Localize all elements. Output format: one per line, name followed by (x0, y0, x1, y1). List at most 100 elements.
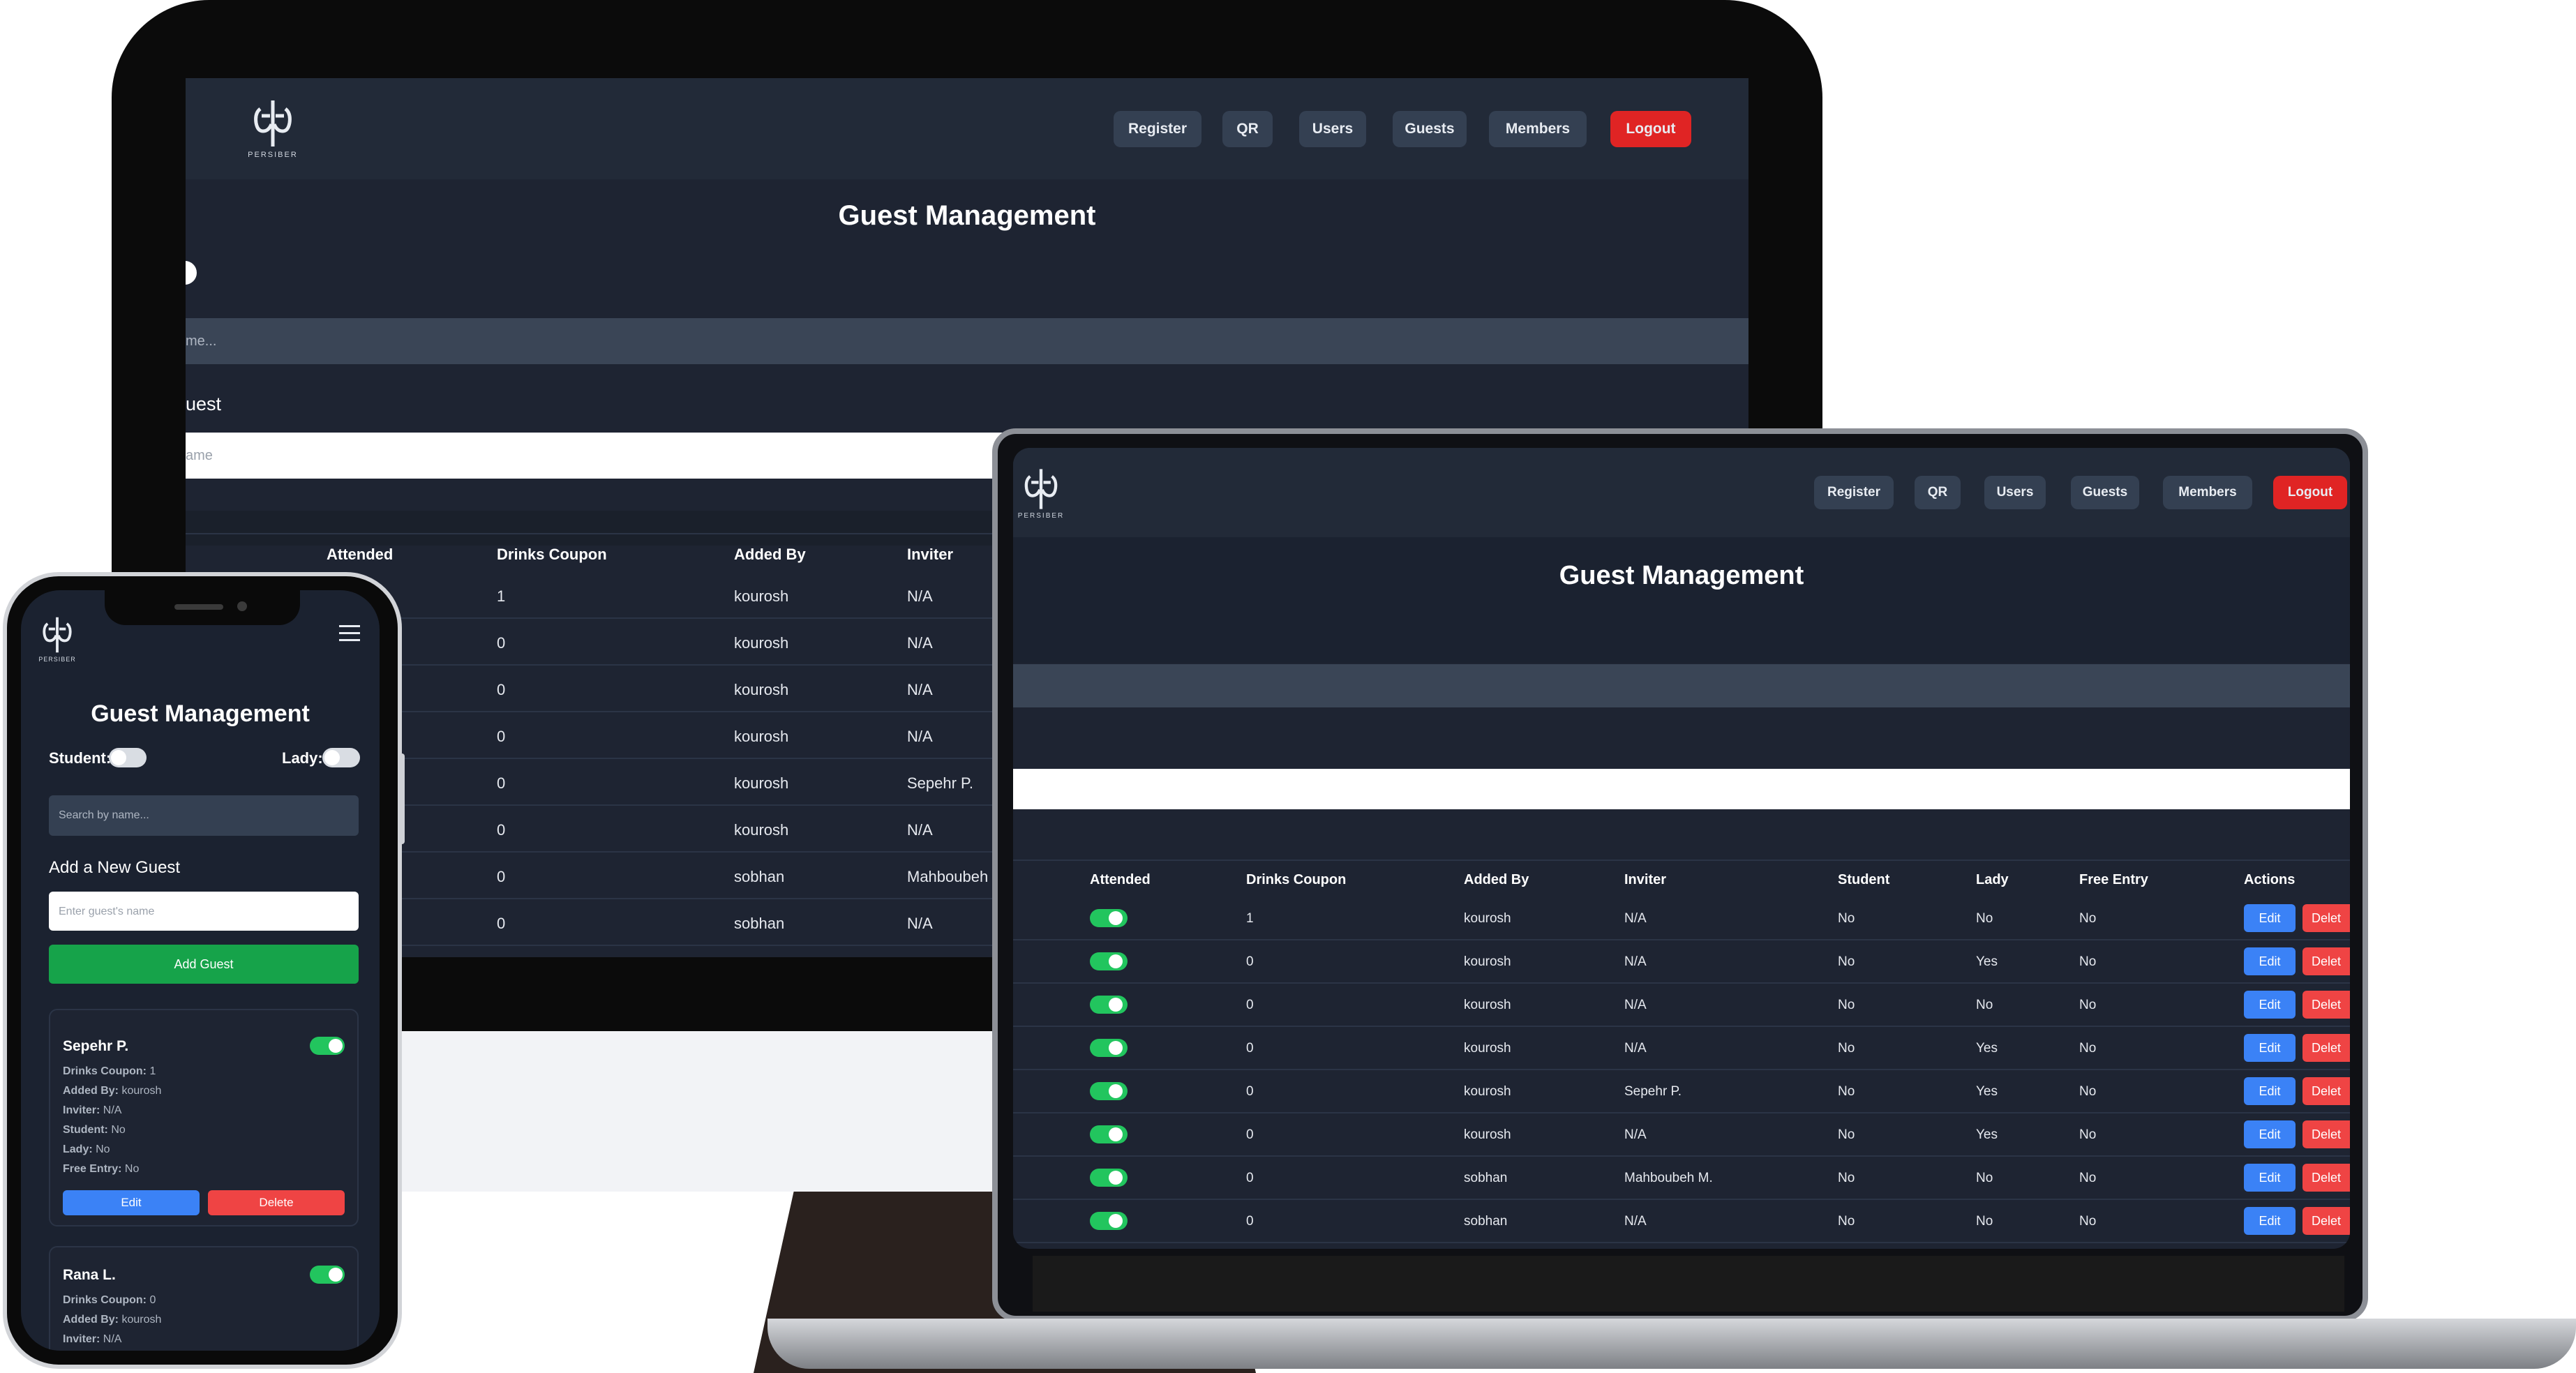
student-cell: No (1838, 1127, 1855, 1142)
logo[interactable]: PERSIBER (38, 615, 77, 671)
laptop-base (767, 1319, 2576, 1369)
attended-toggle[interactable] (310, 1037, 345, 1055)
card-field: Added By: kourosh (63, 1081, 161, 1101)
nav-register-button[interactable]: Register (1114, 110, 1201, 147)
table-row: 0 kourosh N/A No Yes No Edit Delet (1013, 1027, 2350, 1070)
pb-monogram-icon (1024, 469, 1058, 509)
student-cell: No (1838, 1214, 1855, 1229)
search-input[interactable] (1013, 664, 2350, 707)
table-row: 0 sobhan N/A No No No Edit Delet (1013, 1200, 2350, 1243)
table-row: 0 kourosh N/A No Yes No Edit Delet (1013, 940, 2350, 984)
added-by-cell: kourosh (734, 681, 789, 698)
delete-button[interactable]: Delet (2302, 1077, 2350, 1105)
attended-toggle[interactable] (1090, 1169, 1128, 1187)
edit-button[interactable]: Edit (2244, 1034, 2296, 1062)
edit-button[interactable]: Edit (2244, 991, 2296, 1019)
delete-button[interactable]: Delet (2302, 1120, 2350, 1148)
page-title: Guest Management (91, 700, 310, 727)
header-inviter: Inviter (907, 546, 954, 563)
attended-toggle[interactable] (1090, 1212, 1128, 1230)
inviter-cell: N/A (1624, 998, 1647, 1012)
pb-monogram-icon (254, 100, 292, 147)
header-drinks-coupon: Drinks Coupon (497, 546, 607, 563)
inviter-cell: N/A (907, 728, 933, 745)
edit-button[interactable]: Edit (2244, 947, 2296, 975)
delete-button[interactable]: Delet (2302, 1034, 2350, 1062)
drinks-coupon-cell: 1 (1246, 911, 1254, 926)
drinks-coupon-cell: 0 (497, 728, 506, 745)
delete-button[interactable]: Delet (2302, 904, 2350, 932)
header-drinks-coupon: Drinks Coupon (1246, 872, 1347, 887)
card-field: Student: No (63, 1120, 161, 1140)
card-field-value: kourosh (121, 1314, 162, 1326)
card-field: Student: No (63, 1349, 161, 1351)
card-field-value: 0 (149, 1294, 156, 1306)
free-entry-cell: No (2079, 1214, 2097, 1229)
nav-guests-button[interactable]: Guests (1393, 110, 1467, 147)
delete-button[interactable]: Delet (2302, 947, 2350, 975)
attended-toggle[interactable] (1090, 1125, 1128, 1143)
laptop-table-header: Attended Drinks Coupon Added By Inviter … (1013, 860, 2350, 899)
nav-qr-button[interactable]: QR (1222, 110, 1273, 147)
nav-logout-button[interactable]: Logout (2273, 476, 2347, 509)
toggle-partial-icon[interactable] (186, 261, 197, 285)
guest-name-input[interactable]: Enter guest's name (49, 892, 359, 931)
inviter-cell: N/A (1624, 1041, 1647, 1056)
attended-toggle[interactable] (310, 1266, 345, 1284)
header-lady: Lady (1976, 872, 2009, 887)
drinks-coupon-cell: 0 (1246, 1214, 1254, 1229)
delete-button[interactable]: Delet (2302, 1207, 2350, 1235)
nav-users-button[interactable]: Users (1984, 476, 2046, 509)
added-by-cell: sobhan (734, 868, 785, 885)
nav-qr-button[interactable]: QR (1915, 476, 1961, 509)
attended-toggle[interactable] (1090, 1082, 1128, 1100)
attended-toggle[interactable] (1090, 952, 1128, 970)
lady-filter-toggle[interactable] (322, 748, 360, 767)
logo[interactable]: PERSIBER (1018, 467, 1063, 523)
attended-toggle[interactable] (1090, 909, 1128, 927)
nav-users-button[interactable]: Users (1299, 110, 1366, 147)
logo-text: PERSIBER (1017, 512, 1065, 520)
delete-button[interactable]: Delete (208, 1190, 345, 1215)
card-field-value: No (124, 1163, 140, 1175)
logo-text: PERSIBER (38, 656, 76, 663)
student-filter-toggle[interactable] (109, 748, 147, 767)
edit-button[interactable]: Edit (2244, 1120, 2296, 1148)
edit-button[interactable]: Edit (2244, 1164, 2296, 1192)
free-entry-cell: No (2079, 998, 2097, 1012)
delete-button[interactable]: Delet (2302, 991, 2350, 1019)
drinks-coupon-cell: 0 (1246, 998, 1254, 1012)
card-field-label: Added By: (63, 1085, 119, 1097)
card-field-value: N/A (103, 1104, 122, 1116)
logo[interactable]: PERSIBER (248, 99, 297, 162)
attended-toggle[interactable] (1090, 996, 1128, 1014)
edit-button[interactable]: Edit (2244, 904, 2296, 932)
nav-guests-button[interactable]: Guests (2071, 476, 2139, 509)
laptop-navbar: PERSIBER Register QR Users Guests Member… (1013, 448, 2350, 537)
header-inviter: Inviter (1624, 872, 1667, 887)
nav-members-button[interactable]: Members (1489, 110, 1587, 147)
delete-button[interactable]: Delet (2302, 1164, 2350, 1192)
logo-text: PERSIBER (248, 151, 298, 159)
hamburger-menu-icon[interactable] (339, 625, 360, 642)
add-guest-button[interactable]: Add Guest (49, 945, 359, 984)
edit-button[interactable]: Edit (2244, 1207, 2296, 1235)
nav-members-button[interactable]: Members (2163, 476, 2252, 509)
inviter-cell: N/A (907, 587, 933, 605)
search-placeholder: me... (186, 333, 217, 349)
added-by-cell: kourosh (734, 634, 789, 652)
edit-button[interactable]: Edit (63, 1190, 200, 1215)
attended-toggle[interactable] (1090, 1039, 1128, 1057)
header-added-by: Added By (734, 546, 806, 563)
search-input[interactable]: Search by name... (49, 795, 359, 836)
edit-button[interactable]: Edit (2244, 1077, 2296, 1105)
search-input[interactable]: me... (186, 318, 1748, 364)
drinks-coupon-cell: 1 (497, 587, 506, 605)
nav-register-button[interactable]: Register (1814, 476, 1894, 509)
added-by-cell: kourosh (1464, 911, 1511, 926)
card-field-value: kourosh (121, 1085, 162, 1097)
inviter-cell: N/A (907, 821, 933, 839)
drinks-coupon-cell: 0 (497, 774, 506, 792)
guest-name-input[interactable] (1013, 769, 2350, 809)
nav-logout-button[interactable]: Logout (1610, 110, 1691, 147)
